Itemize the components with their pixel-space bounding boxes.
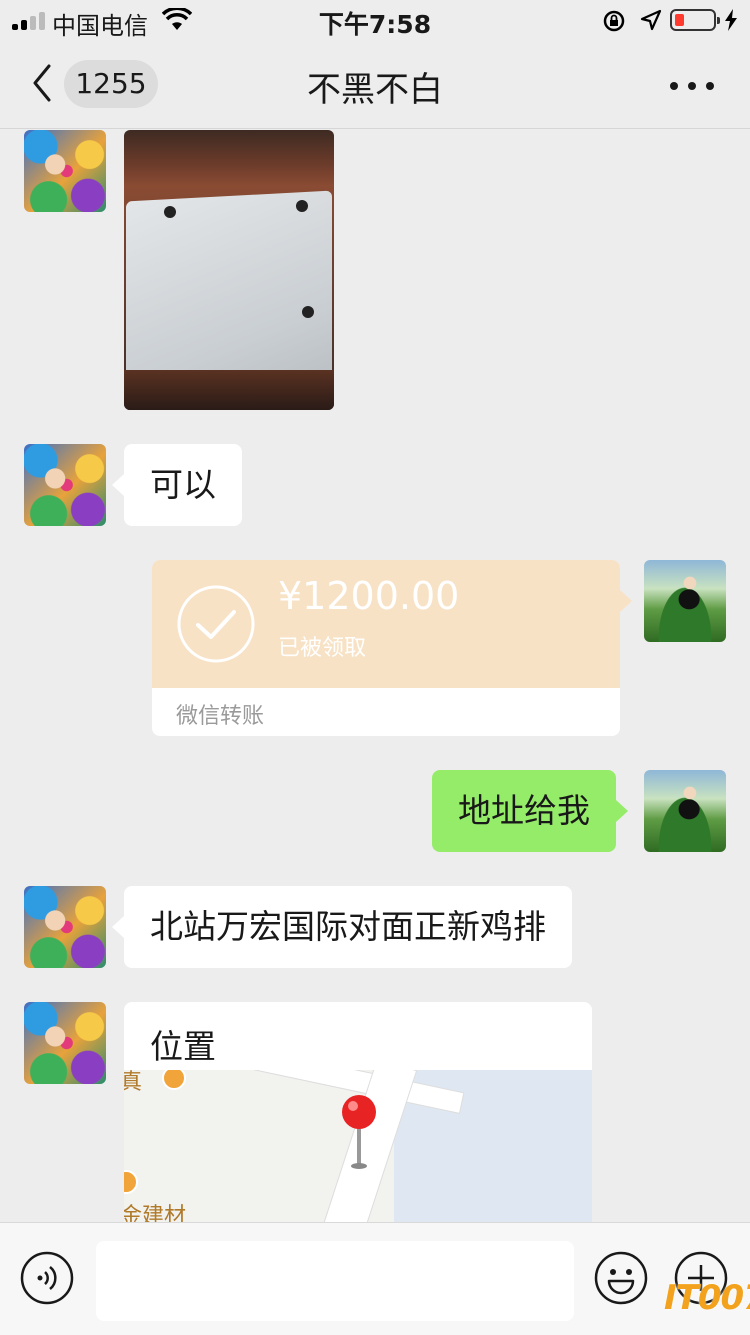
- message-bubble-outgoing[interactable]: 地址给我: [432, 770, 628, 852]
- location-card[interactable]: 位置 真 金建材: [124, 1002, 592, 1232]
- back-button[interactable]: 1255: [28, 60, 168, 110]
- input-bar: [0, 1222, 750, 1335]
- my-avatar[interactable]: [644, 560, 726, 642]
- transfer-card[interactable]: ¥1200.00 已被领取 微信转账: [152, 560, 632, 736]
- contact-avatar[interactable]: [24, 886, 106, 968]
- location-title: 位置: [150, 1027, 216, 1066]
- transfer-amount: ¥1200.00: [278, 574, 460, 618]
- my-avatar[interactable]: [644, 770, 726, 852]
- map-poi-icon: [124, 1170, 138, 1194]
- message-bubble-incoming[interactable]: 北站万宏国际对面正新鸡排: [112, 886, 572, 968]
- charging-bolt-icon: [725, 9, 737, 31]
- chevron-left-icon: [33, 64, 51, 102]
- contact-avatar[interactable]: [24, 1002, 106, 1084]
- voice-input-icon[interactable]: [20, 1251, 74, 1305]
- emoji-icon[interactable]: [594, 1251, 648, 1305]
- watermark-logo: IT007: [664, 1278, 750, 1318]
- signal-icon: [12, 12, 48, 30]
- check-circle-icon: [177, 585, 255, 663]
- location-arrow-icon: [640, 9, 662, 31]
- contact-avatar[interactable]: [24, 130, 106, 212]
- carrier-name: 中国电信: [52, 12, 148, 40]
- map-preview: 真 金建材: [124, 1070, 592, 1232]
- chat-header: 1255 不黑不白: [0, 40, 750, 129]
- transfer-label: 微信转账: [176, 704, 265, 729]
- photo-laptop-bottom: [126, 190, 332, 398]
- status-bar: 中国电信 下午7:58: [0, 0, 750, 40]
- map-partial-label: 真: [124, 1070, 143, 1095]
- map-poi-icon: [162, 1070, 186, 1090]
- transfer-status: 已被领取: [278, 636, 367, 661]
- contact-avatar[interactable]: [24, 444, 106, 526]
- battery-low-icon: [670, 9, 720, 31]
- image-message[interactable]: [124, 130, 334, 410]
- unread-count-badge: 1255: [64, 60, 158, 108]
- wifi-icon: [162, 8, 192, 30]
- message-input[interactable]: [96, 1241, 574, 1321]
- message-bubble-incoming[interactable]: 可以: [112, 444, 242, 526]
- orientation-lock-icon: [603, 10, 625, 32]
- map-pin-icon: [342, 1095, 376, 1169]
- more-dots-icon[interactable]: [670, 70, 718, 100]
